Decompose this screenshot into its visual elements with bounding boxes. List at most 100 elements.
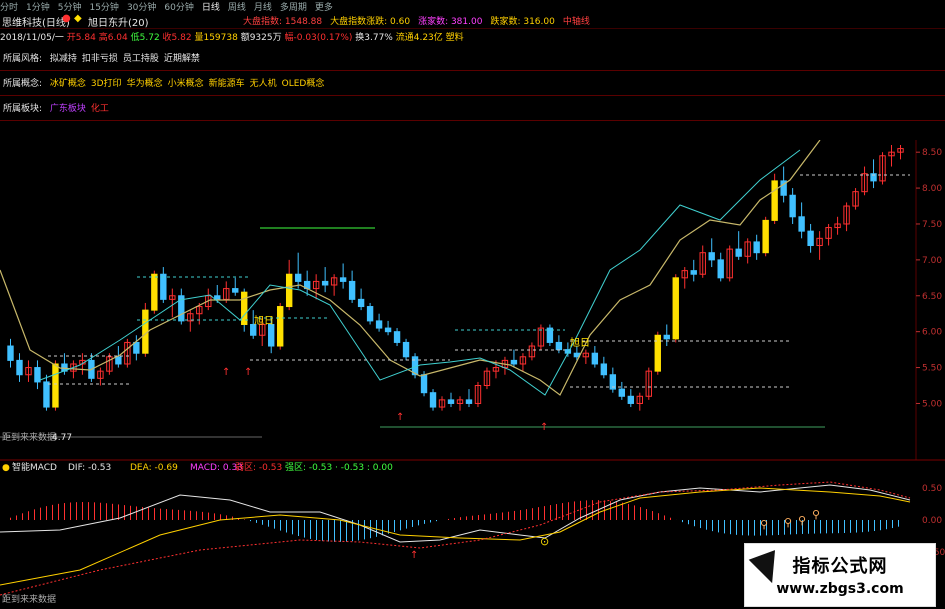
candle-body [160, 273, 167, 300]
candle-body [294, 273, 302, 282]
macd-bar [748, 520, 749, 536]
tag[interactable]: 拟减持 [50, 51, 77, 64]
candle-body [510, 359, 518, 365]
quote-sector: 塑料 [445, 33, 464, 43]
macd-bar [424, 520, 425, 524]
quote-turnover: 换3.77% [355, 33, 393, 43]
candle-body [133, 341, 140, 354]
price-tick-label: 5.50 [922, 364, 942, 374]
macd-bar [316, 520, 317, 541]
macd-bar [796, 520, 797, 535]
quote-float-cap: 流通4.23亿 [395, 33, 443, 43]
macd-bar [184, 510, 185, 520]
period-tab[interactable]: 30分钟 [127, 0, 156, 12]
tag[interactable]: 无人机 [250, 76, 277, 89]
macd-dot-icon: ● [2, 463, 10, 473]
macd-bar [394, 520, 395, 533]
macd-bar [448, 518, 449, 520]
macd-bar [640, 507, 641, 520]
macd-bar [292, 520, 293, 535]
period-tab[interactable]: 分时 [0, 0, 18, 12]
tag[interactable]: 新能源车 [209, 76, 245, 89]
macd-bar [244, 519, 245, 520]
period-tab[interactable]: 多周期 [280, 0, 307, 12]
tag[interactable]: 3D打印 [91, 76, 122, 89]
macd-bar [622, 502, 623, 520]
tag[interactable]: 冰矿概念 [50, 76, 86, 89]
price-tick-label: 6.00 [922, 328, 942, 338]
quote-date: 2018/11/05/一 [0, 33, 64, 43]
candle-body [762, 219, 769, 254]
macd-bar [898, 520, 899, 527]
expand-icon[interactable]: ◆ [74, 13, 82, 24]
tag[interactable]: 化工 [91, 101, 109, 114]
candle-body [115, 356, 122, 365]
candlestick-chart[interactable]: 8.50 8.00 7.50 7.00 6.50 6.00 5.50 5.00 ↑ ↑ ↑ ↑… [0, 140, 945, 609]
macd-bar [754, 520, 755, 536]
tag[interactable]: 华为概念 [127, 76, 163, 89]
divider [0, 120, 945, 121]
period-tab[interactable]: 日线 [202, 0, 220, 12]
candle-body [717, 259, 724, 279]
macd-bar [118, 504, 119, 520]
period-tab[interactable]: 更多 [315, 0, 333, 12]
period-tab[interactable]: 月线 [254, 0, 272, 12]
macd-bar [586, 500, 587, 520]
macd-bar [220, 514, 221, 520]
person-icon: ⚲ [784, 516, 792, 529]
xuri-label: 旭日 [254, 315, 274, 327]
period-tab[interactable]: 5分钟 [58, 0, 82, 12]
macd-bar [190, 510, 191, 520]
macd-tick-label: 0.50 [922, 484, 942, 494]
xuri-label: 旭日 [570, 337, 590, 349]
quote-change: 幅-0.03(0.17%) [284, 33, 353, 43]
macd-weak: 弱区: -0.53 [235, 462, 282, 473]
macd-bar [700, 520, 701, 529]
quote-amount: 额9325万 [240, 33, 282, 43]
tag[interactable]: 员工持股 [123, 51, 159, 64]
macd-bar [274, 520, 275, 529]
macd-bar [814, 520, 815, 534]
period-tab[interactable]: 60分钟 [164, 0, 193, 12]
person-icon: ⚲ [798, 514, 806, 527]
tag[interactable]: 小米概念 [168, 76, 204, 89]
quote-volume: 量159738 [194, 33, 238, 43]
macd-bar [346, 520, 347, 542]
tag[interactable]: OLED概念 [282, 76, 325, 89]
macd-bar [70, 502, 71, 520]
tag[interactable]: 近期解禁 [164, 51, 200, 64]
price-tick-label: 8.50 [922, 148, 942, 158]
macd-bar [268, 520, 269, 527]
macd-bar [628, 503, 629, 520]
macd-bar [328, 520, 329, 542]
macd-bar [40, 507, 41, 520]
divider [0, 70, 945, 71]
macd-bar [886, 520, 887, 530]
macd-bar [772, 520, 773, 536]
tag[interactable]: 扣非亏损 [82, 51, 118, 64]
candle-body [34, 367, 41, 383]
macd-bar [88, 502, 89, 520]
macd-bar [64, 503, 65, 520]
period-tab[interactable]: 1分钟 [26, 0, 50, 12]
candle-body [348, 280, 356, 300]
ma-line [0, 140, 821, 396]
tag[interactable]: 广东板块 [50, 101, 86, 114]
style-row: 所属风格: 拟减持 扣非亏损 员工持股 近期解禁 [0, 51, 600, 69]
price-tick-label: 5.00 [922, 399, 942, 409]
macd-dif: DIF: -0.53 [68, 463, 111, 473]
macd-bar [214, 513, 215, 520]
quote-open: 开5.84 [66, 33, 96, 43]
candle-body [627, 395, 635, 404]
macd-bar [538, 507, 539, 520]
indicator-title[interactable]: 旭日东升(20) [88, 14, 149, 29]
period-bar: 分时 1分钟 5分钟 15分钟 30分钟 60分钟 日线 周线 月线 多周期 更多 [0, 0, 945, 12]
candle-body [268, 323, 275, 347]
macd-bar [112, 503, 113, 520]
period-tab[interactable]: 15分钟 [89, 0, 118, 12]
quote-close: 收5.82 [162, 33, 192, 43]
period-tab[interactable]: 周线 [228, 0, 246, 12]
macd-bar [82, 502, 83, 520]
macd-bar [46, 506, 47, 520]
buy-arrow-icon: ↑ [540, 422, 548, 433]
